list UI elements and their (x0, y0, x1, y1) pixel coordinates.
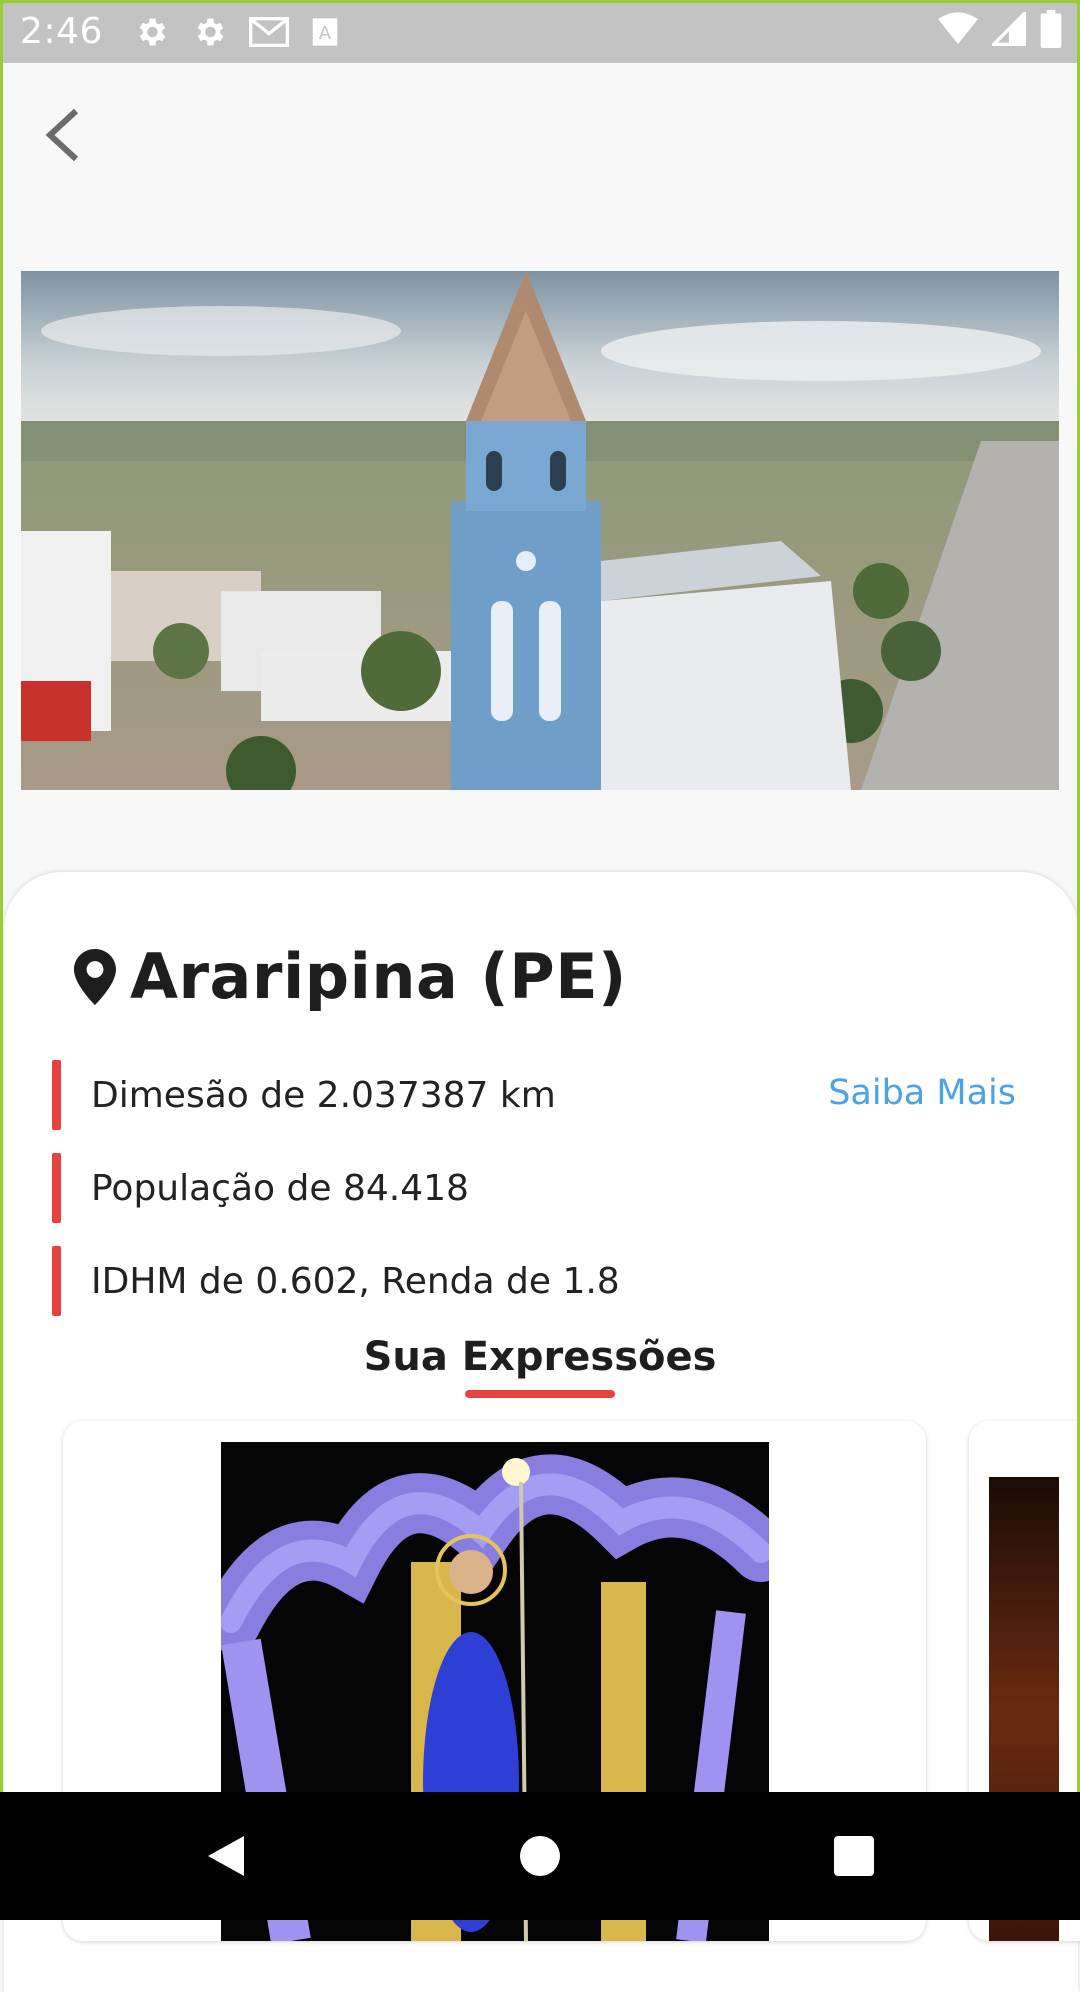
accent-bar (52, 1060, 61, 1130)
settings-icon (139, 18, 166, 45)
back-triangle-icon (208, 1836, 244, 1876)
city-title-row: Araripina (PE) (74, 940, 627, 1013)
nav-home-button[interactable] (512, 1828, 568, 1884)
section-underline (465, 1390, 615, 1398)
system-nav-bar (0, 1792, 1080, 1920)
saiba-mais-link[interactable]: Saiba Mais (828, 1073, 1016, 1113)
fact-row-area: Dimesão de 2.037387 km (52, 1060, 556, 1130)
settings-icon (197, 18, 224, 45)
location-pin-icon (74, 948, 116, 1005)
city-hero-image (21, 271, 1059, 790)
back-button[interactable] (30, 100, 94, 170)
wifi-icon (938, 12, 978, 45)
chevron-left-icon (45, 108, 79, 162)
gmail-icon (248, 16, 289, 47)
recents-square-icon (834, 1836, 874, 1876)
nav-back-button[interactable] (198, 1828, 254, 1884)
font-icon: A (312, 17, 338, 46)
battery-icon (1040, 10, 1062, 48)
fact-population: População de 84.418 (91, 1167, 469, 1209)
accent-bar (52, 1246, 61, 1316)
page-title: Araripina (PE) (130, 940, 627, 1013)
fact-area: Dimesão de 2.037387 km (91, 1074, 556, 1116)
fact-row-idhm: IDHM de 0.602, Renda de 1.8 (52, 1246, 620, 1316)
status-bar: 2:46 A (0, 0, 1080, 63)
svg-text:A: A (319, 23, 331, 43)
fact-row-population: População de 84.418 (52, 1153, 469, 1223)
nav-recents-button[interactable] (826, 1828, 882, 1884)
fact-idhm: IDHM de 0.602, Renda de 1.8 (91, 1260, 620, 1302)
accent-bar (52, 1153, 61, 1223)
home-circle-icon (520, 1836, 560, 1876)
section-header: Sua Expressões (0, 1334, 1080, 1380)
section-title: Sua Expressões (363, 1334, 717, 1380)
signal-icon (992, 12, 1026, 46)
status-time: 2:46 (20, 11, 103, 52)
